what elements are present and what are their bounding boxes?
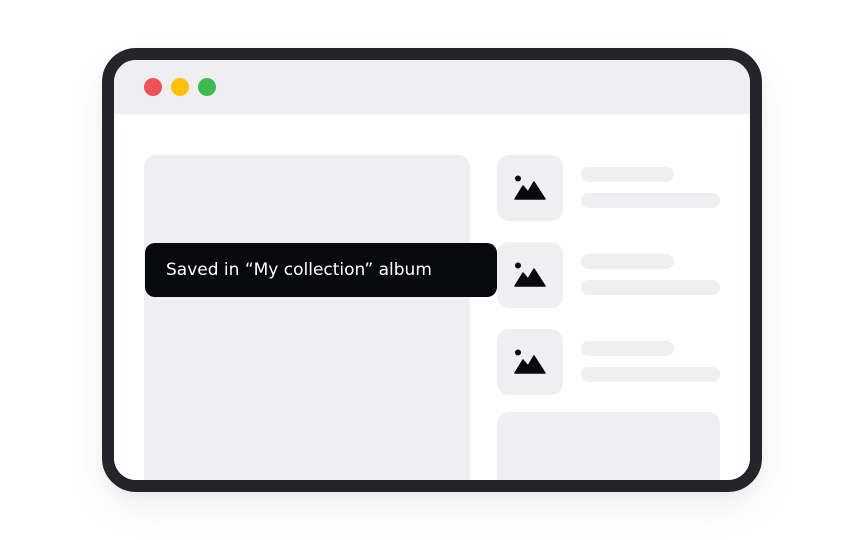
image-icon [514,262,546,287]
text-placeholder-short [581,254,674,269]
text-placeholder-long [581,193,720,208]
close-window-button[interactable] [144,78,162,96]
toast-notification: Saved in “My collection” album [145,243,497,297]
list-item[interactable] [497,242,720,308]
text-placeholder-short [581,167,674,182]
text-placeholder-long [581,280,720,295]
image-icon [514,349,546,374]
list-item[interactable] [497,329,720,395]
maximize-window-button[interactable] [198,78,216,96]
main-image-placeholder [144,155,470,480]
thumbnail [497,155,563,221]
stage: Saved in “My collection” album [0,0,864,540]
thumbnail [497,329,563,395]
text-placeholder-long [581,367,720,382]
window-content [114,114,750,480]
window-titlebar [114,60,750,114]
image-icon [514,175,546,200]
text-placeholder-short [581,341,674,356]
card-placeholder [497,412,720,480]
list-item[interactable] [497,155,720,221]
minimize-window-button[interactable] [171,78,189,96]
thumbnail [497,242,563,308]
